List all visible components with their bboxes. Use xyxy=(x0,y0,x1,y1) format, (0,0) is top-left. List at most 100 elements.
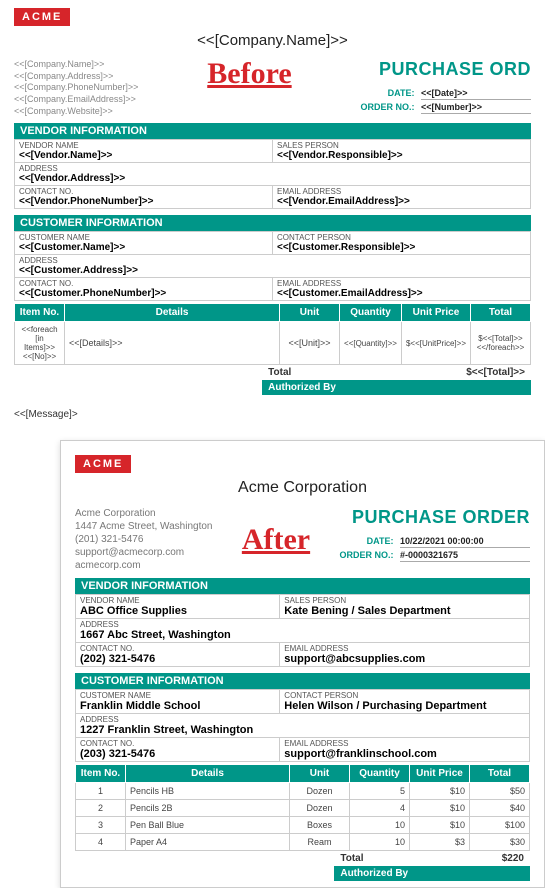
cell-details: Paper A4 xyxy=(126,834,290,851)
company-info-block: <<[Company.Name]>> <<[Company.Address]>>… xyxy=(14,59,138,117)
col-unit: Unit xyxy=(280,304,340,322)
company-name-line: <<[Company.Name]>> xyxy=(14,59,138,71)
col-itemno: Item No. xyxy=(15,304,65,322)
contact-person-value: Helen Wilson / Purchasing Department xyxy=(284,700,525,712)
company-address-line: <<[Company.Address]>> xyxy=(14,71,138,83)
total-label: Total xyxy=(334,851,433,866)
customer-contact-label: CONTACT NO. xyxy=(19,279,268,288)
after-heading: After xyxy=(223,523,330,557)
cell-itemno: <<foreach [in Items]>><<[No]>> xyxy=(15,322,65,365)
customer-info-banner: CUSTOMER INFORMATION xyxy=(14,215,531,231)
authorized-by-banner: Authorized By xyxy=(262,380,531,395)
vendor-email-label: EMAIL ADDRESS xyxy=(284,644,525,653)
cell-unit: Dozen xyxy=(290,800,350,817)
table-row: 1Pencils HBDozen5$10$50 xyxy=(76,783,530,800)
cell-total: $100 xyxy=(470,817,530,834)
cell-price: $3 xyxy=(410,834,470,851)
before-heading: Before xyxy=(148,57,350,91)
cell-qty: 5 xyxy=(350,783,410,800)
vendor-info-banner: VENDOR INFORMATION xyxy=(75,578,530,594)
customer-info-grid: CUSTOMER NAME <<[Customer.Name]>> CONTAC… xyxy=(14,231,531,301)
vendor-contact-value: (202) 321-5476 xyxy=(80,653,275,665)
contact-person-label: CONTACT PERSON xyxy=(284,691,525,700)
customer-info-grid: CUSTOMER NAME Franklin Middle School CON… xyxy=(75,689,530,762)
date-label: DATE: xyxy=(367,536,394,546)
company-email-line: <<[Company.EmailAddress]>> xyxy=(14,94,138,106)
after-document: ACME Acme Corporation Acme Corporation 1… xyxy=(60,440,545,888)
sales-person-label: SALES PERSON xyxy=(284,596,525,605)
total-value: $220 xyxy=(433,851,530,866)
col-unit: Unit xyxy=(290,765,350,783)
vendor-contact-label: CONTACT NO. xyxy=(80,644,275,653)
vendor-email-value: <<[Vendor.EmailAddress]>> xyxy=(277,196,526,207)
before-document: ACME <<[Company.Name]>> <<[Company.Name]… xyxy=(0,0,545,440)
cell-price: $10 xyxy=(410,817,470,834)
date-label: DATE: xyxy=(388,88,415,98)
acme-logo: ACME xyxy=(14,8,70,26)
customer-email-value: <<[Customer.EmailAddress]>> xyxy=(277,288,526,299)
customer-address-value: <<[Customer.Address]>> xyxy=(19,265,526,276)
cell-qty: 4 xyxy=(350,800,410,817)
purchase-order-title: PURCHASE ORD xyxy=(360,59,531,80)
customer-email-value: support@franklinschool.com xyxy=(284,748,525,760)
cell-qty: 10 xyxy=(350,817,410,834)
table-row: 2Pencils 2BDozen4$10$40 xyxy=(76,800,530,817)
customer-name-value: Franklin Middle School xyxy=(80,700,275,712)
cell-unit: Dozen xyxy=(290,783,350,800)
col-qty: Quantity xyxy=(340,304,402,322)
customer-name-label: CUSTOMER NAME xyxy=(19,233,268,242)
col-details: Details xyxy=(65,304,280,322)
items-table: Item No. Details Unit Quantity Unit Pric… xyxy=(14,303,531,365)
date-orderno-block: DATE: 10/22/2021 00:00:00 ORDER NO.: #-0… xyxy=(339,536,530,562)
cell-itemno: 4 xyxy=(76,834,126,851)
company-website-line: <<[Company.Website]>> xyxy=(14,106,138,118)
cell-qty: <<[Quantity]>> xyxy=(340,322,402,365)
total-value: $<<[Total]>> xyxy=(351,365,531,380)
col-qty: Quantity xyxy=(350,765,410,783)
contact-person-label: CONTACT PERSON xyxy=(277,233,526,242)
total-label: Total xyxy=(262,365,351,380)
table-row: 4Paper A4Ream10$3$30 xyxy=(76,834,530,851)
authorized-by-banner: Authorized By xyxy=(334,866,530,881)
cell-total: $<<[Total]>><</foreach>> xyxy=(471,322,531,365)
vendor-info-grid: VENDOR NAME ABC Office Supplies SALES PE… xyxy=(75,594,530,667)
orderno-label: ORDER NO.: xyxy=(360,102,414,112)
company-title: Acme Corporation xyxy=(75,479,530,497)
cell-price: $10 xyxy=(410,800,470,817)
vendor-contact-value: <<[Vendor.PhoneNumber]>> xyxy=(19,196,268,207)
cell-total: $50 xyxy=(470,783,530,800)
vendor-email-label: EMAIL ADDRESS xyxy=(277,187,526,196)
table-row: 3Pen Ball BlueBoxes10$10$100 xyxy=(76,817,530,834)
sales-person-value: Kate Bening / Sales Department xyxy=(284,605,525,617)
orderno-value: <<[Number]>> xyxy=(421,102,531,114)
cell-details: Pencils HB xyxy=(126,783,290,800)
message-placeholder: <<[Message]> xyxy=(14,409,531,420)
items-table: Item No. Details Unit Quantity Unit Pric… xyxy=(75,764,530,851)
company-phone-line: <<[Company.PhoneNumber]>> xyxy=(14,82,138,94)
cell-details: Pencils 2B xyxy=(126,800,290,817)
customer-address-label: ADDRESS xyxy=(19,256,526,265)
sales-person-label: SALES PERSON xyxy=(277,141,526,150)
col-price: Unit Price xyxy=(401,304,470,322)
customer-contact-value: <<[Customer.PhoneNumber]>> xyxy=(19,288,268,299)
vendor-info-grid: VENDOR NAME <<[Vendor.Name]>> SALES PERS… xyxy=(14,139,531,209)
sales-person-value: <<[Vendor.Responsible]>> xyxy=(277,150,526,161)
vendor-name-label: VENDOR NAME xyxy=(19,141,268,150)
vendor-contact-label: CONTACT NO. xyxy=(19,187,268,196)
cell-unit: Boxes xyxy=(290,817,350,834)
customer-name-label: CUSTOMER NAME xyxy=(80,691,275,700)
customer-contact-value: (203) 321-5476 xyxy=(80,748,275,760)
customer-address-value: 1227 Franklin Street, Washington xyxy=(80,724,525,736)
company-email-line: support@acmecorp.com xyxy=(75,546,213,559)
company-title: <<[Company.Name]>> xyxy=(14,32,531,49)
cell-price: $<<[UnitPrice]>> xyxy=(401,322,470,365)
col-itemno: Item No. xyxy=(76,765,126,783)
col-total: Total xyxy=(470,765,530,783)
vendor-address-label: ADDRESS xyxy=(80,620,525,629)
company-website-line: acmecorp.com xyxy=(75,559,213,572)
company-address-line: 1447 Acme Street, Washington xyxy=(75,520,213,533)
purchase-order-title: PURCHASE ORDER xyxy=(339,507,530,528)
cell-itemno: 2 xyxy=(76,800,126,817)
customer-name-value: <<[Customer.Name]>> xyxy=(19,242,268,253)
vendor-info-banner: VENDOR INFORMATION xyxy=(14,123,531,139)
